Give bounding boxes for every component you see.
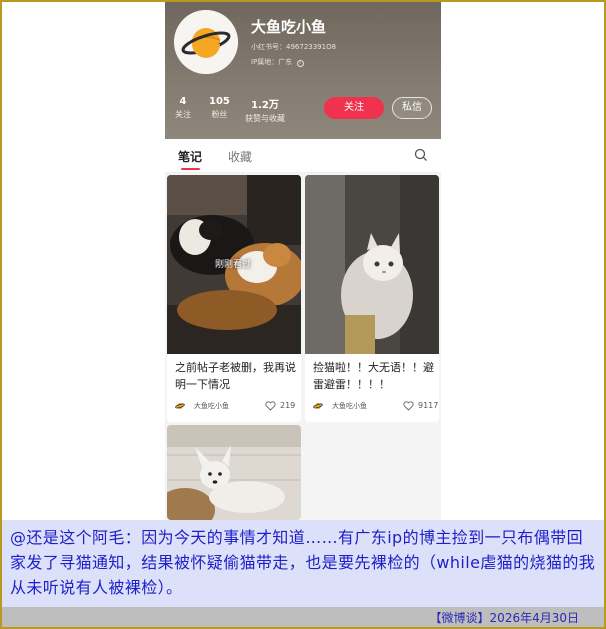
avatar[interactable] — [174, 10, 238, 74]
note-title: 捡猫啦！！大无语！！避雷避雷！！！！ — [313, 361, 434, 391]
note-meta: 大鱼吃小鱼 219 — [175, 400, 297, 412]
footer-bar: 【微博谈】2026年4月30日 — [2, 607, 604, 627]
search-icon[interactable] — [414, 148, 428, 162]
note-card[interactable]: 捡猫啦！！大无语！！避雷避雷！！！！ 大鱼吃小鱼 9117 — [305, 175, 439, 422]
note-title: 之前帖子老被删，我再说明一下情况 — [175, 361, 296, 391]
author-avatar-icon — [313, 403, 323, 409]
caption-text: @还是这个阿毛：因为今天的事情才知道……有广东ip的博主捡到一只布偶带回家发了寻… — [10, 528, 596, 597]
author-name[interactable]: 大鱼吃小鱼 — [194, 401, 229, 411]
stat-likes-label: 获赞与收藏 — [245, 114, 285, 123]
note-image-dogs: 刚刚看过 — [167, 175, 301, 354]
stat-likes-count: 1.2万 — [251, 100, 279, 111]
stat-followers-count: 105 — [209, 96, 230, 107]
caption-box: @还是这个阿毛：因为今天的事情才知道……有广东ip的博主捡到一只布偶带回家发了寻… — [2, 520, 604, 607]
note-image-cat — [305, 175, 439, 354]
stat-following-count: 4 — [179, 96, 187, 107]
follow-button[interactable]: 关注 — [324, 97, 384, 119]
stat-followers-label: 粉丝 — [211, 110, 228, 119]
like-count: 9117 — [418, 401, 439, 410]
note-image-white-dog — [167, 425, 301, 520]
stat-following[interactable]: 4 关注 — [175, 96, 191, 120]
note-card[interactable] — [167, 425, 301, 520]
stat-following-label: 关注 — [175, 110, 191, 119]
tab-notes[interactable]: 笔记 — [178, 148, 202, 165]
planet-icon — [174, 10, 238, 74]
ip-location-text: IP属地：广东 i — [251, 57, 304, 67]
heart-icon[interactable] — [265, 401, 276, 411]
tab-active-underline — [181, 168, 200, 170]
cat-photo — [305, 175, 439, 354]
heart-icon[interactable] — [403, 401, 414, 411]
tab-collections[interactable]: 收藏 — [228, 148, 252, 165]
ip-location-label: IP属地：广东 — [251, 58, 293, 66]
message-button[interactable]: 私信 — [392, 97, 432, 119]
app-screenshot: 大鱼吃小鱼 小红书号：496723391O8 IP属地：广东 i 4 关注 10… — [165, 2, 441, 520]
note-meta: 大鱼吃小鱼 9117 — [313, 400, 439, 412]
profile-header: 大鱼吃小鱼 小红书号：496723391O8 IP属地：广东 i 4 关注 10… — [165, 2, 441, 139]
stat-followers[interactable]: 105 粉丝 — [209, 96, 230, 120]
author-avatar-icon — [175, 403, 185, 409]
like-count: 219 — [280, 401, 296, 410]
white-dog-photo — [167, 425, 301, 520]
username: 大鱼吃小鱼 — [251, 18, 327, 36]
footer-source-date: 【微博谈】2026年4月30日 — [429, 611, 579, 625]
user-id-text: 小红书号：496723391O8 — [251, 43, 337, 51]
info-icon[interactable]: i — [296, 60, 304, 67]
note-card[interactable]: 刚刚看过 之前帖子老被删，我再说明一下情况 大鱼吃小鱼 219 — [167, 175, 301, 422]
stat-likes[interactable]: 1.2万 获赞与收藏 — [245, 96, 285, 124]
tab-bar: 笔记 收藏 — [165, 139, 441, 173]
author-name[interactable]: 大鱼吃小鱼 — [332, 401, 367, 411]
recently-viewed-tag: 刚刚看过 — [215, 260, 252, 270]
